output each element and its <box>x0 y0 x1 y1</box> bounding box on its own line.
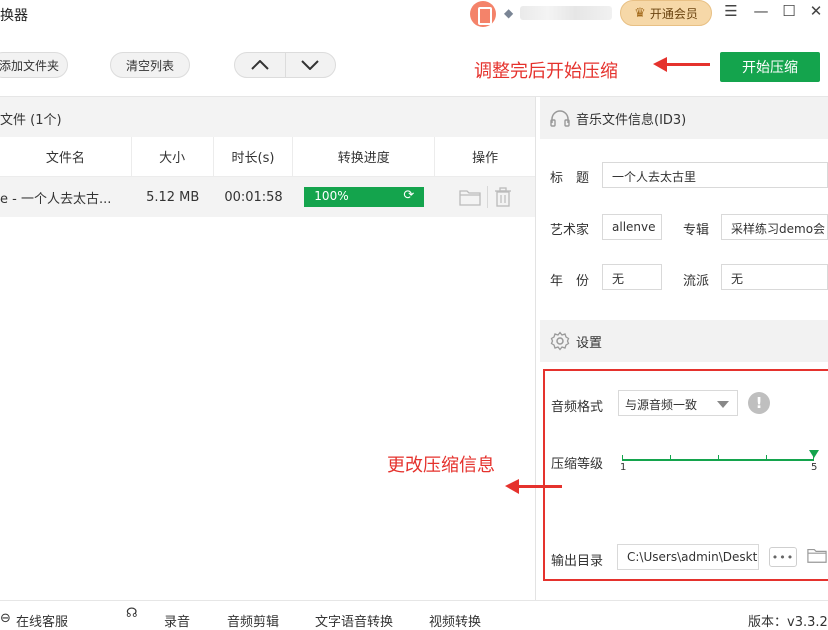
genre-field[interactable]: 无 <box>721 264 828 290</box>
album-label: 专辑 <box>683 223 710 238</box>
table-header: 文件名 大小 时长(s) 转换进度 操作 <box>0 137 535 177</box>
title-label: 标 题 <box>550 171 590 186</box>
col-actions: 操作 <box>472 151 499 166</box>
table-row[interactable]: e - 一个人去太古... 5.12 MB 00:01:58 100% ⟳ <box>0 177 535 217</box>
status-bar: ⊖ 在线客服 ☊ 录音 音频剪辑 文字语音转换 视频转换 版本：v3.3.2 <box>0 600 828 630</box>
artist-label: 艺术家 <box>550 223 590 238</box>
col-filename: 文件名 <box>0 137 132 176</box>
slider-tick <box>766 455 767 460</box>
actions-cell <box>435 177 535 217</box>
settings-title: 设置 <box>576 335 603 351</box>
chevron-down-icon <box>717 401 729 408</box>
menu-icon[interactable]: ☰ <box>721 2 741 20</box>
id3-header: 音乐文件信息(ID3) <box>540 97 828 139</box>
level-max: 5 <box>811 462 818 473</box>
year-label: 年 份 <box>550 274 590 289</box>
format-select[interactable]: 与源音频一致 <box>618 390 738 416</box>
file-duration: 00:01:58 <box>224 189 283 205</box>
slider-tick <box>718 455 719 460</box>
annotation-arrow-top <box>653 57 710 72</box>
title-field[interactable]: 一个人去太古里 <box>602 162 828 188</box>
file-count-header: 文件 (1个) <box>0 97 535 137</box>
format-value: 与源音频一致 <box>625 398 698 412</box>
title-bar: 换器 ◆ ♛ 开通会员 ☰ — ☐ ✕ <box>0 0 828 28</box>
file-size: 5.12 MB <box>146 189 200 205</box>
album-field[interactable]: 采样练习demo会 <box>721 214 828 240</box>
move-down-button[interactable] <box>284 53 336 77</box>
gear-icon <box>550 331 570 351</box>
progress-bar: 100% ⟳ <box>304 187 425 207</box>
vip-button[interactable]: ♛ 开通会员 <box>620 0 712 26</box>
year-field[interactable]: 无 <box>602 264 662 290</box>
vip-label: 开通会员 <box>649 6 698 21</box>
annotation-arrow-settings <box>505 479 562 494</box>
chevron-down-icon <box>301 60 319 70</box>
start-compress-button[interactable]: 开始压缩 <box>720 52 820 82</box>
browse-button[interactable]: ••• <box>769 547 797 567</box>
toolbar: 添加文件夹 清空列表 调整完后开始压缩 开始压缩 <box>0 28 828 97</box>
slider-tick <box>622 455 623 460</box>
annotation-start: 调整完后开始压缩 <box>474 61 618 82</box>
level-min: 1 <box>620 462 627 473</box>
user-avatar-icon[interactable] <box>470 1 496 27</box>
id3-title: 音乐文件信息(ID3) <box>576 112 687 128</box>
folder-icon[interactable] <box>807 546 827 564</box>
add-folder-button[interactable]: 添加文件夹 <box>0 52 68 78</box>
file-name: e - 一个人去太古... <box>0 191 112 207</box>
headphones-icon <box>550 110 570 127</box>
settings-header: 设置 <box>540 320 828 362</box>
annotation-settings: 更改压缩信息 <box>387 455 495 476</box>
user-name-blurred <box>520 6 612 20</box>
crown-icon: ♛ <box>634 5 646 21</box>
close-icon[interactable]: ✕ <box>806 2 826 20</box>
chevron-up-icon <box>251 60 269 70</box>
folder-icon[interactable] <box>458 188 481 206</box>
clear-list-button[interactable]: 清空列表 <box>110 52 190 78</box>
output-label: 输出目录 <box>551 554 604 569</box>
file-list-panel: 文件 (1个) 文件名 大小 时长(s) 转换进度 操作 e - 一个人去太古.… <box>0 97 536 600</box>
maximize-icon[interactable]: ☐ <box>779 2 799 20</box>
refresh-icon[interactable]: ⟳ <box>403 188 414 203</box>
col-size: 大小 <box>132 137 214 176</box>
headset-icon: ⊖ <box>0 611 11 626</box>
level-label: 压缩等级 <box>551 457 604 472</box>
slider-tick <box>670 455 671 460</box>
slider-thumb[interactable] <box>809 450 819 458</box>
move-buttons <box>234 52 336 78</box>
col-duration: 时长(s) <box>214 137 294 176</box>
genre-label: 流派 <box>683 274 710 289</box>
col-progress: 转换进度 <box>293 137 436 176</box>
progress-cell: 100% ⟳ <box>293 177 435 217</box>
progress-label: 100% <box>314 189 349 203</box>
window-title: 换器 <box>0 8 28 24</box>
megaphone-icon: ☊ <box>126 606 138 621</box>
format-label: 音频格式 <box>551 400 604 415</box>
artist-field[interactable]: allenve <box>602 214 662 240</box>
move-up-button[interactable] <box>235 53 285 77</box>
divider <box>486 186 488 208</box>
compression-slider[interactable]: 1 5 <box>620 450 819 480</box>
trash-icon[interactable] <box>494 187 512 207</box>
warning-icon[interactable]: ! <box>748 392 770 414</box>
diamond-icon: ◆ <box>504 6 514 20</box>
minimize-icon[interactable]: — <box>751 2 771 20</box>
output-path-field[interactable]: C:\Users\admin\Desktop <box>617 544 759 570</box>
